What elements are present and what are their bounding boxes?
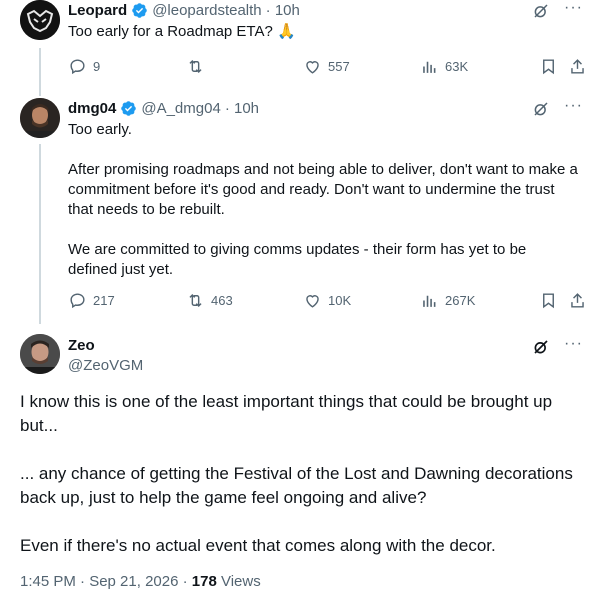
like-button[interactable]: 557 [303, 57, 350, 76]
repost-icon [189, 293, 202, 308]
bookmark-button[interactable] [539, 57, 558, 76]
main-tweet: Zeo @ZeoVGM ··· I know this is one of th… [0, 334, 601, 607]
more-icon[interactable]: ··· [564, 98, 583, 114]
bookmark-icon [543, 293, 554, 309]
grok-icon[interactable] [532, 100, 550, 118]
share-button[interactable] [568, 291, 587, 310]
tweet-time[interactable]: · 10h [266, 2, 300, 19]
verified-badge-icon [121, 101, 137, 116]
tweet-text: Too early. After promising roadmaps and … [68, 121, 578, 278]
share-icon [571, 59, 584, 74]
bookmark-button[interactable] [539, 291, 558, 310]
like-button[interactable]: 10K [303, 291, 351, 310]
views-count: 178 [191, 573, 217, 590]
more-icon[interactable]: ··· [564, 336, 583, 352]
thread-line [39, 144, 41, 324]
reply-count: 9 [93, 59, 101, 74]
avatar[interactable] [20, 98, 60, 138]
repost-button[interactable]: 463 [186, 291, 233, 310]
reply-icon [70, 293, 85, 309]
views-button[interactable]: 267K [420, 291, 475, 310]
bookmark-icon [543, 59, 554, 75]
repost-count: 463 [211, 293, 233, 308]
views-icon [423, 61, 436, 73]
reply-count: 217 [93, 293, 115, 308]
author-handle[interactable]: @leopardstealth [152, 2, 261, 19]
action-bar: 217 463 10K 267K [68, 291, 586, 313]
like-count: 557 [328, 59, 350, 74]
like-count: 10K [328, 293, 352, 308]
tweet-text: Too early for a Roadmap ETA? 🙏 [68, 23, 296, 40]
repost-icon [189, 59, 202, 74]
author-name[interactable]: Leopard [68, 2, 127, 19]
author-name[interactable]: dmg04 [68, 100, 116, 117]
tweet-timestamp: 1:45 PM · Sep 21, 2026 · 178 Views [20, 573, 261, 590]
like-icon [306, 295, 319, 308]
grok-icon[interactable] [532, 2, 550, 20]
verified-badge-icon [132, 3, 147, 18]
avatar[interactable] [20, 334, 60, 374]
tweet-time[interactable]: · 10h [225, 100, 259, 117]
reply-button[interactable]: 217 [68, 291, 115, 310]
tweet-dmg04[interactable]: dmg04 @A_dmg04 · 10h ··· Too early. Afte… [0, 96, 601, 318]
author-name[interactable]: Zeo [68, 336, 143, 356]
author-handle[interactable]: @A_dmg04 [141, 100, 220, 117]
views-icon [423, 295, 436, 307]
author-handle[interactable]: @ZeoVGM [68, 356, 143, 376]
grok-icon[interactable] [532, 338, 550, 356]
more-icon[interactable]: ··· [564, 0, 583, 16]
reply-icon [70, 59, 85, 75]
like-icon [306, 61, 319, 74]
reply-button[interactable]: 9 [68, 57, 100, 76]
repost-button[interactable] [186, 57, 211, 76]
views-count: 63K [445, 59, 469, 74]
avatar[interactable] [20, 0, 60, 40]
views-label: Views [216, 573, 261, 590]
action-bar: 9 557 63K [68, 57, 586, 79]
timestamp-text[interactable]: 1:45 PM · Sep 21, 2026 · [20, 573, 192, 590]
main-tweet-text: I know this is one of the least importan… [20, 392, 573, 555]
share-icon [571, 293, 584, 308]
views-count: 267K [445, 293, 476, 308]
share-button[interactable] [568, 57, 587, 76]
views-button[interactable]: 63K [420, 57, 468, 76]
